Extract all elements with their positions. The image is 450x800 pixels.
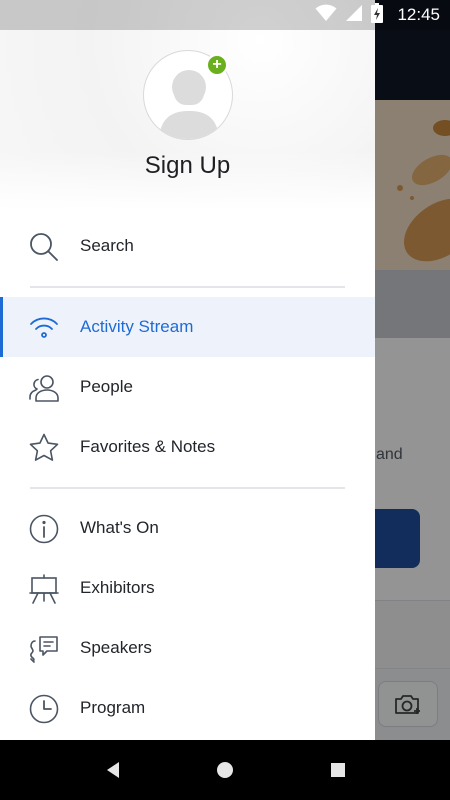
sign-up-title[interactable]: Sign Up — [0, 152, 375, 180]
back-icon[interactable] — [101, 758, 125, 782]
recents-icon[interactable] — [326, 758, 350, 782]
menu-item-speakers[interactable]: Speakers — [0, 618, 375, 678]
wifi-stream-icon — [28, 312, 60, 344]
star-icon — [28, 432, 60, 464]
menu-divider — [30, 286, 345, 288]
menu-item-label: Activity Stream — [80, 317, 194, 336]
people-icon — [28, 372, 60, 404]
system-navigation-bar — [0, 740, 450, 800]
status-bar: 12:45 — [0, 0, 450, 30]
add-photo-badge[interactable]: + — [206, 54, 228, 76]
menu-divider — [30, 487, 345, 489]
menu-item-label: Speakers — [80, 638, 152, 657]
menu-item-label: People — [80, 377, 133, 396]
menu-item-search[interactable]: Search — [0, 216, 375, 276]
menu-item-label: Favorites & Notes — [80, 437, 216, 456]
wifi-icon — [315, 4, 337, 27]
menu-item-program[interactable]: Program — [0, 678, 375, 738]
status-time: 12:45 — [397, 5, 440, 24]
home-icon[interactable] — [213, 758, 237, 782]
menu-item-label: What's On — [80, 518, 159, 537]
menu-item-label: Search — [80, 236, 134, 255]
speaker-chat-icon — [28, 633, 60, 665]
battery-charging-icon — [371, 2, 384, 28]
navigation-drawer: + Sign Up Search Activity Stream People … — [0, 0, 375, 740]
easel-icon — [28, 573, 60, 605]
menu-item-label: Program — [80, 698, 146, 717]
menu-item-favorites-notes[interactable]: Favorites & Notes — [0, 417, 375, 477]
menu-item-whats-on[interactable]: What's On — [0, 498, 375, 558]
menu-item-label: Exhibitors — [80, 578, 155, 597]
menu-item-activity-stream[interactable]: Activity Stream — [0, 297, 375, 357]
clock-icon — [28, 693, 60, 725]
info-icon — [28, 513, 60, 545]
menu-item-people[interactable]: People — [0, 357, 375, 417]
menu-item-exhibitors[interactable]: Exhibitors — [0, 558, 375, 618]
cell-signal-icon — [345, 4, 363, 27]
search-icon — [28, 231, 60, 263]
